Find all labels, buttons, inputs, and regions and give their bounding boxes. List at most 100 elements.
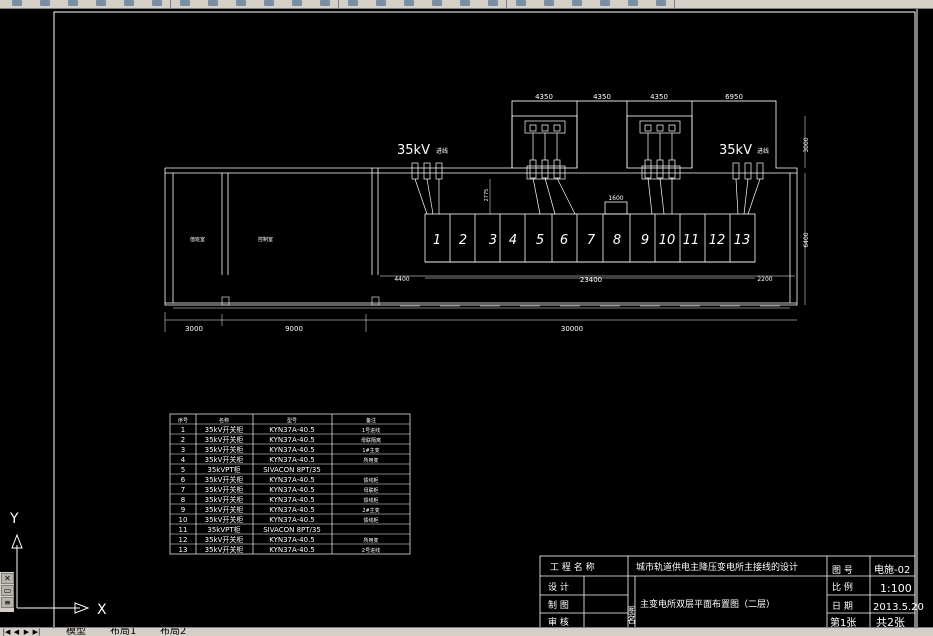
toolbar-icon[interactable] bbox=[516, 0, 526, 6]
cabinet-12: 12 bbox=[709, 233, 726, 248]
toolbar-icon[interactable] bbox=[544, 0, 554, 6]
building-outline bbox=[164, 100, 798, 306]
toolbar-icon[interactable] bbox=[320, 0, 330, 6]
toolbar-separator bbox=[338, 0, 339, 8]
table-cell: 35kV开关柜 bbox=[205, 485, 244, 494]
table-cell: KYN37A-40.5 bbox=[269, 506, 315, 514]
toolbar-icon[interactable] bbox=[572, 0, 582, 6]
table-cell: 10 bbox=[179, 516, 188, 524]
top-toolbar bbox=[0, 0, 933, 9]
ucs-y-label: Y bbox=[9, 511, 19, 527]
table-cell: KYN37A-40.5 bbox=[269, 476, 315, 484]
toolbar-icon[interactable] bbox=[96, 0, 106, 6]
table-cell: 12 bbox=[179, 536, 188, 544]
table-cell: 馈线柜 bbox=[363, 497, 378, 504]
table-cell: KYN37A-40.5 bbox=[269, 486, 315, 494]
drawing-no-label: 图 号 bbox=[832, 565, 853, 576]
transformer-2 bbox=[639, 120, 681, 215]
dimension-lines bbox=[164, 100, 806, 332]
table-cell: 1 bbox=[181, 426, 185, 434]
table-cell: KYN37A-40.5 bbox=[269, 436, 315, 444]
cabinet-1: 1 bbox=[433, 233, 441, 248]
table-cell: 35kV开关柜 bbox=[205, 545, 244, 554]
toolbar-icon[interactable] bbox=[12, 0, 22, 6]
draw-label: 制 图 bbox=[548, 599, 569, 611]
table-cell: 1号进线 bbox=[362, 427, 380, 434]
properties-icon[interactable]: ▭ bbox=[1, 585, 14, 596]
dim-bottom-3: 30000 bbox=[561, 325, 583, 333]
table-cell: 35kV开关柜 bbox=[205, 495, 244, 504]
dim-4400: 4400 bbox=[394, 276, 409, 283]
toolbar-icon[interactable] bbox=[600, 0, 610, 6]
drawing-border bbox=[53, 11, 916, 627]
layer-icon[interactable]: ≡ bbox=[1, 597, 14, 608]
toolbar-icon[interactable] bbox=[264, 0, 274, 6]
toolbar-icon[interactable] bbox=[236, 0, 246, 6]
table-cell: KYN37A-40.5 bbox=[269, 546, 315, 554]
dim-top-3: 4350 bbox=[650, 93, 668, 101]
table-cell: 母联隔离 bbox=[361, 437, 381, 444]
table-cell: 9 bbox=[181, 506, 185, 514]
left-tool-palette: ✕ ▭ ≡ bbox=[0, 572, 14, 612]
table-cell: 4 bbox=[181, 456, 186, 464]
toolbar-icon[interactable] bbox=[404, 0, 414, 6]
scale-label: 比 例 bbox=[832, 581, 853, 593]
table-cell: 馈线柜 bbox=[363, 477, 378, 484]
room-label-control: 控制室 bbox=[258, 236, 273, 243]
toolbar-icon[interactable] bbox=[656, 0, 666, 6]
toolbar-icon[interactable] bbox=[292, 0, 302, 6]
dim-right-top: 3000 bbox=[803, 137, 810, 152]
toolbar-icon[interactable] bbox=[460, 0, 470, 6]
toolbar-icon[interactable] bbox=[124, 0, 134, 6]
cabinet-7: 7 bbox=[587, 233, 596, 248]
toolbar-icon[interactable] bbox=[152, 0, 162, 6]
dim-bottom-2: 9000 bbox=[285, 325, 303, 333]
table-cell: SIVACON 8PT/35 bbox=[263, 526, 321, 534]
table-cell: 11 bbox=[179, 526, 188, 534]
room-label-duty: 值班室 bbox=[190, 236, 205, 243]
cabinet-6: 6 bbox=[560, 233, 568, 248]
table-cell: 35kV开关柜 bbox=[205, 475, 244, 484]
project-name: 城市轨道供电主降压变电所主接线的设计 bbox=[636, 561, 798, 573]
dim-top-4: 6950 bbox=[725, 93, 743, 101]
figure-name-label: 图名 bbox=[625, 606, 636, 625]
floor-plan bbox=[164, 100, 798, 309]
toolbar-icon[interactable] bbox=[180, 0, 190, 6]
transformer-1 bbox=[524, 120, 576, 215]
sheet-total: 共2张 bbox=[876, 616, 905, 627]
toolbar-icon[interactable] bbox=[348, 0, 358, 6]
table-cell: 35kVPT柜 bbox=[207, 525, 240, 534]
table-cell: 7 bbox=[181, 486, 185, 494]
table-cell: 2号进线 bbox=[362, 547, 380, 554]
toolbar-icon[interactable] bbox=[68, 0, 78, 6]
toolbar-icon[interactable] bbox=[488, 0, 498, 6]
incoming-line-right bbox=[732, 162, 764, 215]
table-cell: KYN37A-40.5 bbox=[269, 456, 315, 464]
bottom-wall-windows bbox=[173, 296, 790, 309]
cabinet-8: 8 bbox=[613, 233, 621, 248]
review-label: 审 核 bbox=[548, 616, 569, 627]
toolbar-icon[interactable] bbox=[432, 0, 442, 6]
table-cell: 馈线柜 bbox=[363, 517, 378, 524]
table-cell: 5 bbox=[181, 466, 185, 474]
toolbar-icon[interactable] bbox=[376, 0, 386, 6]
toolbar-icon[interactable] bbox=[40, 0, 50, 6]
sheet-label: 第1张 bbox=[830, 616, 856, 627]
cabinet-4: 4 bbox=[509, 233, 517, 248]
table-cell: KYN37A-40.5 bbox=[269, 446, 315, 454]
table-cell: 8 bbox=[181, 496, 185, 504]
toolbar-icon[interactable] bbox=[628, 0, 638, 6]
toolbar-icon[interactable] bbox=[208, 0, 218, 6]
drawing-canvas[interactable]: 1 2 3 4 5 6 7 8 9 10 11 12 13 35kV 进线 35… bbox=[0, 9, 933, 627]
toolbar-separator bbox=[674, 0, 675, 8]
label-35kv-left: 35kV bbox=[397, 143, 430, 158]
incoming-line-left bbox=[411, 162, 443, 215]
dim-1600: 1600 bbox=[608, 195, 623, 202]
cabinet-9: 9 bbox=[641, 233, 649, 248]
table-cell: 35kV开关柜 bbox=[205, 455, 244, 464]
dim-right-side: 6400 bbox=[803, 232, 810, 247]
close-icon[interactable]: ✕ bbox=[1, 573, 14, 584]
table-header-cell: 备注 bbox=[366, 417, 376, 424]
table-cell: SIVACON 8PT/35 bbox=[263, 466, 321, 474]
dim-top-1: 4350 bbox=[535, 93, 553, 101]
